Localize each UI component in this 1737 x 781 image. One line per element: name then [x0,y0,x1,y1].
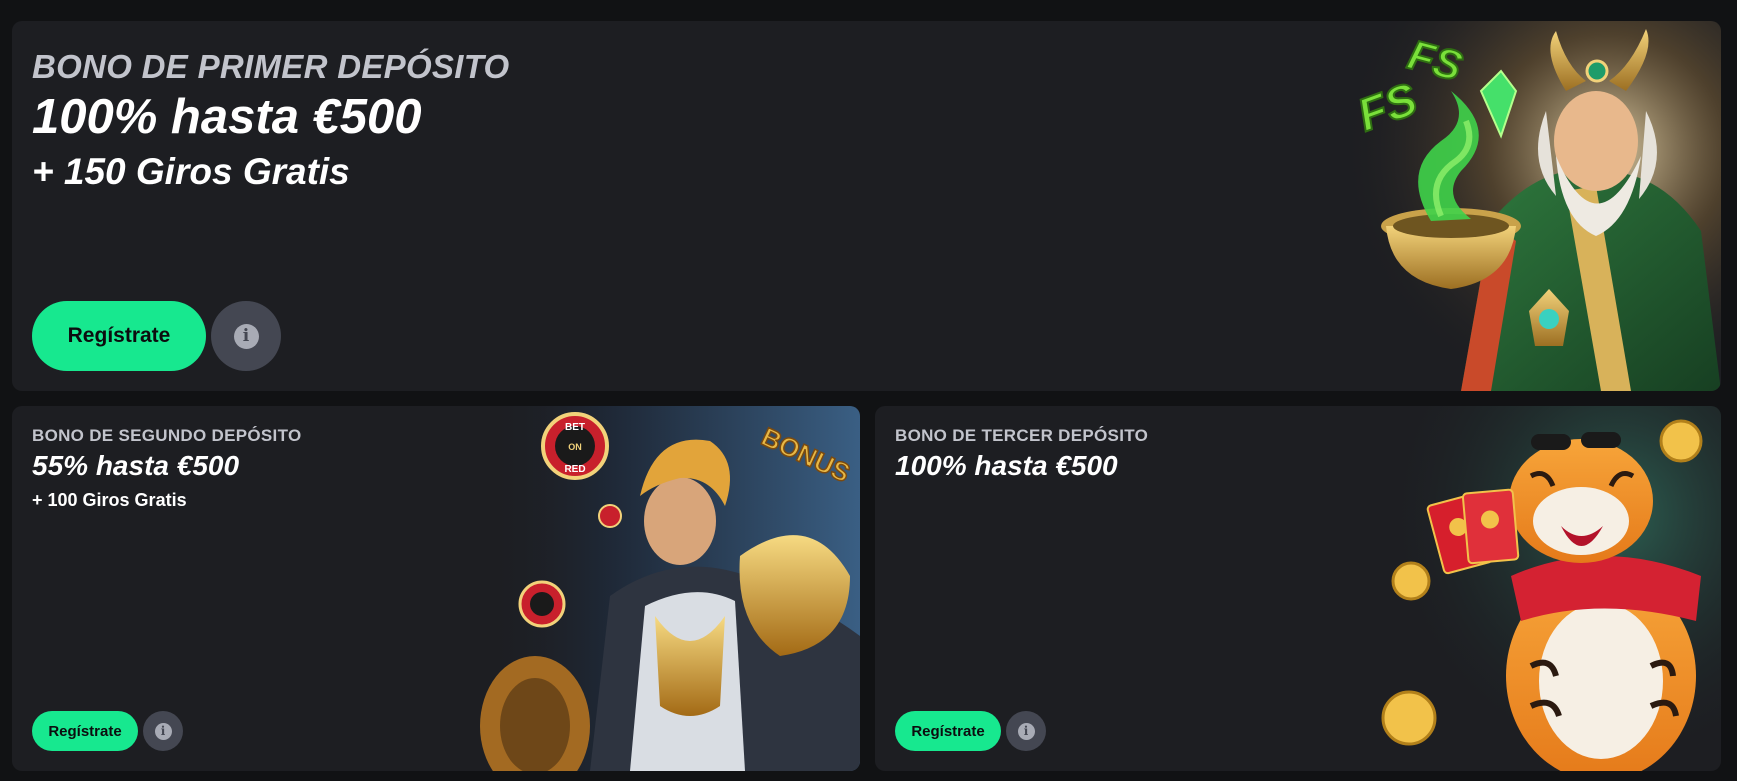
second-deposit-headline: 55% hasta €500 [32,450,240,481]
bet-chip-mid-text: ON [568,442,582,452]
third-deposit-kicker: BONO DE TERCER DEPÓSITO [895,426,1149,445]
sage-character-illustration: FS FS [1341,21,1721,391]
second-deposit-info-button[interactable]: i [143,711,183,751]
info-icon: i [233,323,259,349]
tiger-character-illustration [1381,406,1721,771]
third-deposit-register-button[interactable]: Regístrate [895,711,1001,751]
second-deposit-subline: + 100 Giros Gratis [32,490,187,510]
knight-character-illustration: BET ON RED BONUS [480,406,860,771]
info-icon: i [154,722,172,740]
first-deposit-info-button[interactable]: i [211,301,281,371]
first-deposit-kicker: BONO DE PRIMER DEPÓSITO [32,48,510,85]
second-deposit-register-button[interactable]: Regístrate [32,711,138,751]
first-deposit-register-button[interactable]: Regístrate [32,301,206,371]
first-deposit-headline: 100% hasta €500 [32,90,422,144]
second-deposit-kicker: BONO DE SEGUNDO DEPÓSITO [32,426,302,445]
bet-chip-top-text: BET [565,422,585,433]
info-icon: i [1017,722,1035,740]
first-deposit-subline: + 150 Giros Gratis [32,151,350,192]
first-deposit-bonus-card: BONO DE PRIMER DEPÓSITO 100% hasta €500 … [12,21,1721,391]
second-deposit-bonus-card: BONO DE SEGUNDO DEPÓSITO 55% hasta €500 … [12,406,860,771]
third-deposit-info-button[interactable]: i [1006,711,1046,751]
bet-chip-bottom-text: RED [564,464,585,475]
third-deposit-bonus-card: BONO DE TERCER DEPÓSITO 100% hasta €500 … [875,406,1721,771]
third-deposit-headline: 100% hasta €500 [895,450,1118,481]
